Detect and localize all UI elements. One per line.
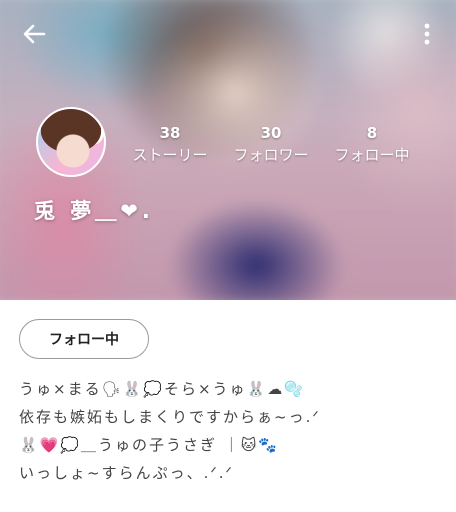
stat-stories[interactable]: 38 ストーリー — [122, 124, 218, 166]
arrow-left-icon — [23, 24, 46, 44]
more-options-button[interactable] — [414, 18, 440, 50]
bio: うゅ×まる🗣🐰💭そら×うゅ🐰☁🫧 依存も嫉妬もしまくりですからぁ~っ.ᐟ 🐰💗💭… — [19, 375, 439, 487]
following-label: フォロー中 — [334, 146, 410, 164]
stories-count: 38 — [159, 124, 181, 142]
bio-line: うゅ×まる🗣🐰💭そら×うゅ🐰☁🫧 — [19, 380, 305, 398]
followers-count: 30 — [260, 124, 282, 142]
bio-line: 依存も嫉妬もしまくりですからぁ~っ.ᐟ — [19, 408, 321, 426]
profile-header: 38 ストーリー 30 フォロワー 8 フォロー中 兎 夢＿❤︎. — [0, 0, 456, 300]
display-name: 兎 夢＿❤︎. — [34, 199, 154, 223]
stories-label: ストーリー — [132, 146, 208, 164]
avatar[interactable] — [36, 107, 106, 177]
following-button[interactable]: フォロー中 — [19, 319, 149, 359]
following-count: 8 — [366, 124, 378, 142]
more-vert-icon — [424, 23, 430, 45]
bio-line: いっしょ~すらんぷっ、.ᐟ.ᐟ — [19, 464, 234, 482]
stat-following[interactable]: 8 フォロー中 — [326, 124, 418, 166]
followers-label: フォロワー — [233, 146, 309, 164]
stat-followers[interactable]: 30 フォロワー — [226, 124, 316, 166]
bio-line: 🐰💗💭＿うゅの子うさぎ ｜🐱🐾 — [19, 436, 280, 454]
back-button[interactable] — [18, 18, 50, 50]
